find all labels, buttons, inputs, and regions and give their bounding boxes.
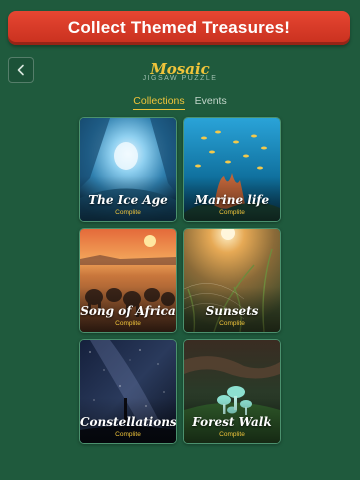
collection-name: The Ice Age	[88, 193, 168, 207]
tab-bar: Collections Events	[0, 95, 360, 110]
collection-card-ice-age[interactable]: The Ice Age Complite	[79, 117, 177, 222]
tab-events[interactable]: Events	[195, 95, 227, 110]
collection-name: Song of Africa	[80, 304, 176, 318]
collection-status: Complite	[219, 431, 245, 438]
collections-grid: The Ice Age Complite Marine life Complit…	[79, 117, 281, 444]
collection-card-song-of-africa[interactable]: Song of Africa Complite	[79, 228, 177, 333]
collection-name: Sunsets	[205, 304, 259, 318]
collection-card-constellations[interactable]: Constellations Complite	[79, 339, 177, 444]
collection-status: Complite	[115, 431, 141, 438]
page-subtitle: JIGSAW PUZZLE	[142, 75, 218, 82]
tab-collections[interactable]: Collections	[133, 95, 185, 110]
collection-status: Complite	[115, 320, 141, 327]
collection-name: Forest Walk	[192, 415, 272, 429]
collection-card-forest-walk[interactable]: Forest Walk Complite	[183, 339, 281, 444]
collection-status: Complite	[219, 209, 245, 216]
collection-name: Marine life	[194, 193, 270, 207]
collection-status: Complite	[219, 320, 245, 327]
collection-card-marine-life[interactable]: Marine life Complite	[183, 117, 281, 222]
promo-banner[interactable]: Collect Themed Treasures!	[8, 11, 350, 45]
collection-status: Complite	[115, 209, 141, 216]
collection-name: Constellations	[80, 415, 177, 429]
collection-card-sunsets[interactable]: Sunsets Complite	[183, 228, 281, 333]
promo-banner-text: Collect Themed Treasures!	[67, 18, 291, 37]
